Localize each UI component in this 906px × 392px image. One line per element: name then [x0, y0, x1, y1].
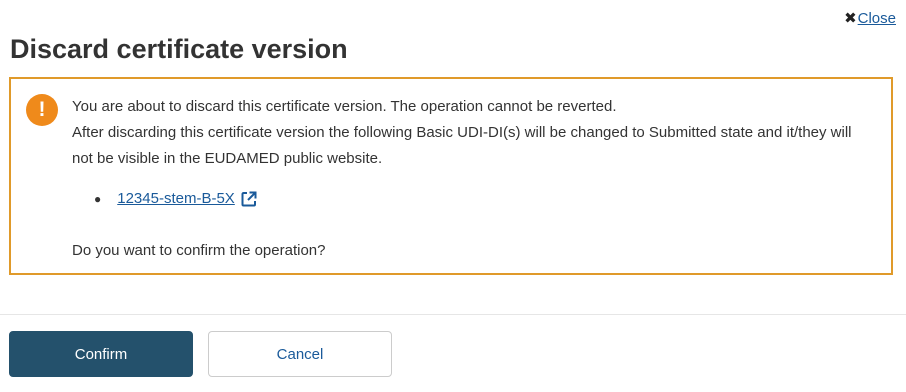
- exclamation-icon: !: [26, 94, 58, 126]
- confirm-question: Do you want to confirm the operation?: [72, 242, 326, 259]
- close-label: Close: [857, 9, 896, 27]
- confirm-button[interactable]: Confirm: [9, 331, 193, 377]
- warning-message-line1: You are about to discard this certificat…: [72, 98, 617, 115]
- bullet: ●: [94, 191, 102, 206]
- external-link-icon[interactable]: [241, 191, 257, 207]
- warning-box: ! You are about to discard this certific…: [9, 77, 893, 275]
- close-button[interactable]: ✖ Close: [844, 9, 896, 28]
- udi-link[interactable]: 12345-stem-B-5X: [117, 190, 235, 207]
- udi-list: ● 12345-stem-B-5X: [94, 190, 257, 207]
- warning-message-line2: After discarding this certificate versio…: [72, 124, 852, 167]
- close-icon: ✖: [844, 10, 857, 27]
- dialog-title: Discard certificate version: [10, 34, 348, 64]
- divider: [0, 314, 906, 315]
- cancel-button[interactable]: Cancel: [208, 331, 392, 377]
